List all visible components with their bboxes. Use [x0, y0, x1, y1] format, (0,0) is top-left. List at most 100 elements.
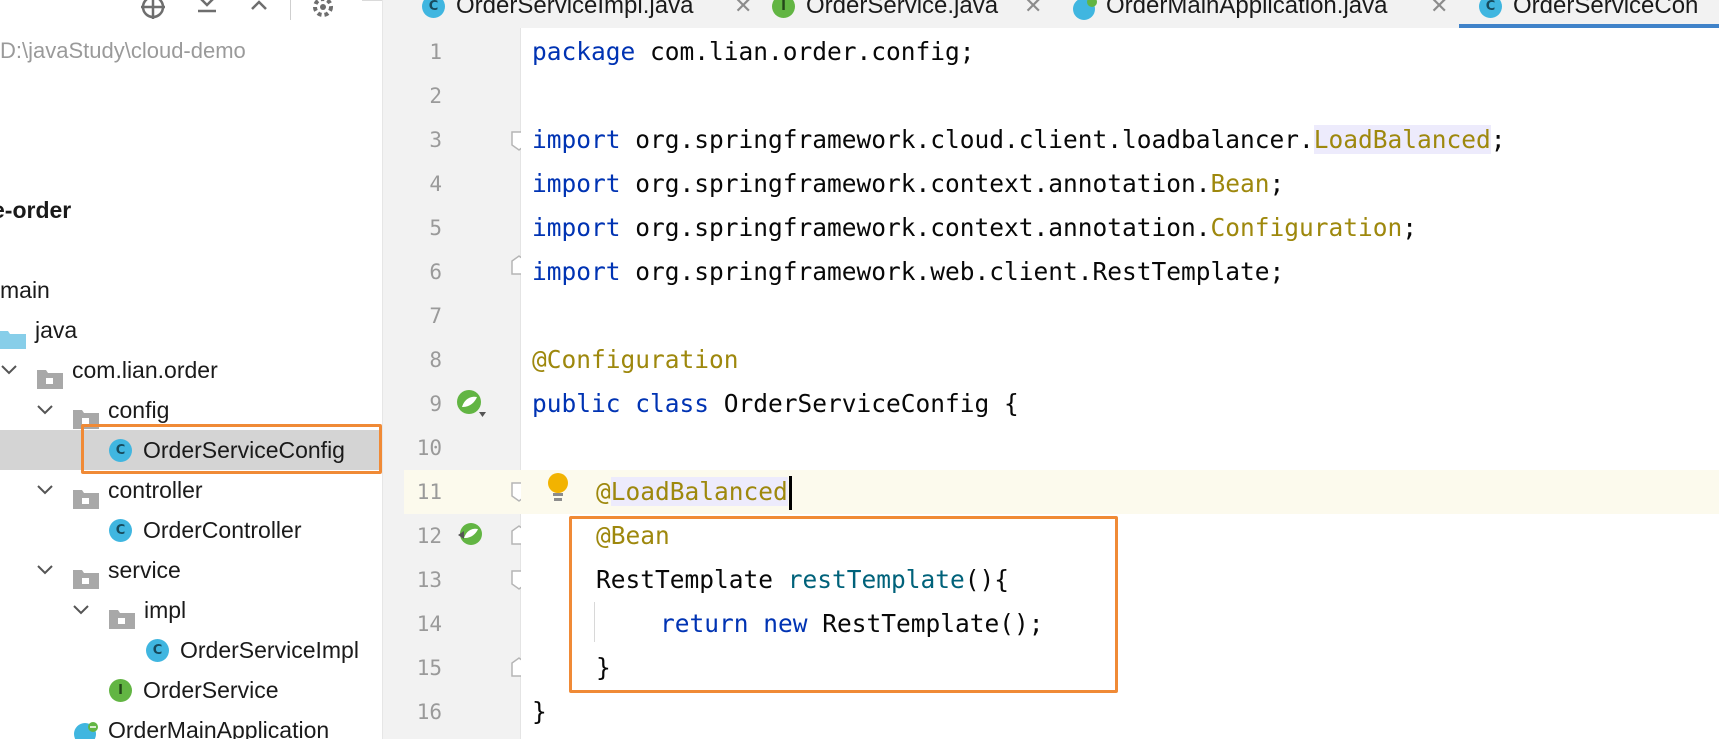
code-token: restTemplate: [787, 565, 965, 594]
tab-label: OrderService.java: [806, 0, 999, 19]
tab-label: OrderServiceImpl.java: [456, 0, 694, 19]
code-token: ;: [1402, 213, 1418, 242]
class-icon: C: [109, 519, 132, 542]
tree-item-label: impl: [144, 597, 187, 623]
tree-item-order-main-application[interactable]: OrderMainApplication: [0, 710, 382, 739]
hide-panel-icon[interactable]: [362, 0, 382, 22]
tree-item-module[interactable]: e-order: [0, 190, 382, 230]
tree-item-com-lian-order[interactable]: com.lian.order: [0, 350, 382, 390]
code-token: @Configuration: [532, 345, 739, 374]
tree-item-label: service: [108, 557, 181, 583]
tree-item-service[interactable]: service: [0, 550, 382, 590]
expand-all-icon[interactable]: [192, 0, 222, 22]
code-line-5: import org.springframework.context.annot…: [532, 206, 1417, 250]
panel-splitter[interactable]: [382, 0, 405, 739]
close-icon[interactable]: ✕: [734, 0, 752, 26]
line-number: 15: [416, 656, 442, 680]
code-token: public: [532, 389, 621, 418]
tree-item-order-service[interactable]: I OrderService: [0, 670, 382, 710]
chevron-down-icon[interactable]: [36, 390, 54, 430]
chevron-down-icon[interactable]: [36, 550, 54, 590]
lightbulb-intention-icon[interactable]: [546, 472, 570, 511]
line-number: 12: [416, 524, 442, 548]
code-token: package: [532, 37, 636, 66]
code-token: @: [596, 477, 611, 506]
root-path-label: D:\javaStudy\cloud-demo: [0, 38, 246, 63]
code-line-4: import org.springframework.context.annot…: [532, 162, 1284, 206]
code-token: }: [596, 653, 611, 682]
code-token: LoadBalanced: [610, 477, 788, 506]
code-line-1: package com.lian.order.config;: [532, 30, 975, 74]
code-token: com.lian.order.config;: [635, 37, 975, 66]
tree-item-label: java: [35, 317, 78, 343]
line-number: 14: [416, 612, 442, 636]
project-panel: D:\javaStudy\cloud-demo e-order main jav…: [0, 0, 382, 739]
code-line-12: @Bean: [596, 514, 670, 558]
class-icon: C: [146, 639, 169, 662]
spring-bean-gutter-icon[interactable]: [455, 388, 487, 425]
text-caret: [788, 476, 792, 510]
code-token: org.springframework.context.annotation.: [620, 169, 1211, 198]
code-token: ;: [1490, 125, 1506, 154]
line-number: 6: [429, 260, 442, 284]
chevron-down-icon[interactable]: [36, 470, 54, 510]
code-token: }: [532, 697, 547, 726]
indent-guide: [594, 602, 595, 642]
chevron-down-icon[interactable]: [72, 590, 90, 630]
toolbar-divider: [290, 0, 291, 20]
tree-item-main[interactable]: main: [0, 270, 382, 310]
code-line-11: @LoadBalanced: [596, 470, 792, 514]
code-token: @Bean: [596, 521, 670, 550]
tree-item-controller[interactable]: controller: [0, 470, 382, 510]
line-number: 16: [416, 700, 442, 724]
close-icon[interactable]: ✕: [1024, 0, 1042, 26]
project-panel-toolbar: [0, 0, 382, 24]
tree-item-label: OrderService: [143, 677, 279, 703]
class-icon: C: [422, 0, 445, 18]
gear-icon[interactable]: [308, 0, 338, 22]
code-line-6: import org.springframework.web.client.Re…: [532, 250, 1284, 294]
tree-item-label: OrderController: [143, 517, 302, 543]
code-token: (){: [964, 565, 1010, 594]
interface-icon: I: [772, 0, 795, 18]
tree-item-label: e-order: [0, 197, 72, 223]
tree-item-java[interactable]: java: [0, 310, 382, 350]
code-token: OrderServiceConfig {: [709, 389, 1019, 418]
code-line-14: return new RestTemplate();: [660, 602, 1044, 646]
line-number: 11: [416, 480, 442, 504]
tab-label: OrderMainApplication.java: [1106, 0, 1388, 19]
line-number: 4: [429, 172, 442, 196]
line-number: 9: [429, 392, 442, 416]
code-token: new: [763, 609, 808, 638]
locate-file-icon[interactable]: [138, 0, 168, 22]
code-token: import: [532, 169, 621, 198]
code-token: class: [635, 389, 710, 418]
line-number: 5: [429, 216, 442, 240]
collapse-all-icon[interactable]: [244, 0, 274, 22]
spring-bean-navigate-icon[interactable]: [455, 520, 487, 557]
line-number: 8: [429, 348, 442, 372]
tree-root-path[interactable]: D:\javaStudy\cloud-demo: [0, 31, 382, 71]
code-token: org.springframework.cloud.client.loadbal…: [620, 125, 1314, 154]
tree-item-label: controller: [108, 477, 203, 503]
code-token: RestTemplate();: [807, 609, 1044, 638]
tree-item-order-service-config[interactable]: C OrderServiceConfig: [0, 430, 382, 470]
chevron-down-icon[interactable]: [0, 350, 18, 390]
line-number: 13: [416, 568, 442, 592]
tree-item-order-service-impl[interactable]: C OrderServiceImpl: [0, 630, 382, 670]
spring-boot-class-icon: [73, 719, 99, 739]
close-icon[interactable]: ✕: [1430, 0, 1448, 26]
package-icon: [37, 361, 63, 389]
class-icon: C: [1479, 0, 1502, 18]
tree-item-order-controller[interactable]: C OrderController: [0, 510, 382, 550]
tree-item-label: main: [0, 277, 50, 303]
tree-item-label: config: [108, 397, 170, 423]
line-number: 3: [429, 128, 442, 152]
tree-item-config[interactable]: config: [0, 390, 382, 430]
code-token: org.springframework.web.client.RestTempl…: [620, 257, 1285, 286]
tree-item-impl[interactable]: impl: [0, 590, 382, 630]
line-number: 10: [416, 436, 442, 460]
code-token: import: [532, 213, 621, 242]
line-number: 2: [429, 84, 442, 108]
package-icon: [73, 481, 99, 509]
